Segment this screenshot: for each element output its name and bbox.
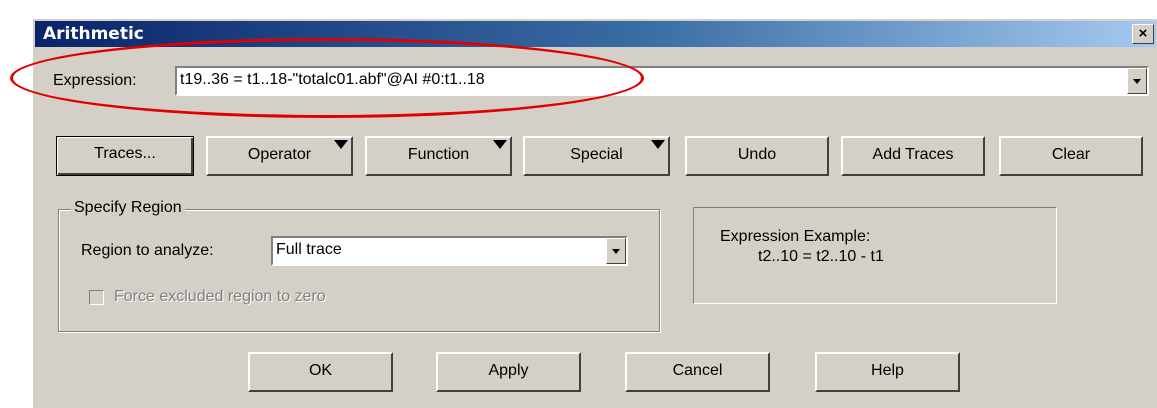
- dropdown-triangle-icon: [493, 140, 507, 149]
- title-bar[interactable]: Arithmetic ×: [35, 21, 1156, 47]
- dropdown-triangle-icon: [651, 140, 665, 149]
- clear-button[interactable]: Clear: [999, 136, 1143, 176]
- expression-combo[interactable]: t19..36 = t1..18-"totalc01.abf"@AI #0:t1…: [175, 66, 1149, 96]
- dropdown-triangle-icon: [334, 140, 348, 149]
- region-dropdown-button[interactable]: [606, 238, 626, 264]
- expression-example-text: t2..10 = t2..10 - t1: [758, 248, 884, 265]
- expression-example-title: Expression Example:: [720, 228, 871, 245]
- traces-button[interactable]: Traces...: [56, 136, 194, 176]
- clear-button-label: Clear: [1051, 146, 1091, 163]
- ok-button-label: OK: [308, 362, 333, 379]
- add-traces-button-label: Add Traces: [872, 146, 954, 163]
- traces-button-label: Traces...: [94, 145, 156, 162]
- cancel-button-label: Cancel: [672, 362, 723, 379]
- undo-button-label: Undo: [737, 146, 777, 163]
- add-traces-button[interactable]: Add Traces: [841, 136, 985, 176]
- function-button-label: Function: [407, 146, 470, 163]
- region-to-analyze-select[interactable]: Full trace: [271, 236, 628, 266]
- undo-button[interactable]: Undo: [685, 136, 829, 176]
- close-button[interactable]: ×: [1132, 24, 1154, 44]
- special-button-label: Special: [570, 146, 623, 163]
- cancel-button[interactable]: Cancel: [625, 352, 770, 392]
- force-zero-label: Force excluded region to zero: [114, 288, 326, 305]
- apply-button-label: Apply: [488, 362, 529, 379]
- help-button-label: Help: [871, 362, 904, 379]
- window-title: Arithmetic: [43, 24, 144, 44]
- function-button[interactable]: Function: [365, 136, 512, 176]
- help-button[interactable]: Help: [815, 352, 960, 392]
- special-button[interactable]: Special: [523, 136, 670, 176]
- force-zero-checkbox[interactable]: [89, 290, 104, 305]
- expression-dropdown-button[interactable]: [1127, 68, 1147, 94]
- specify-region-title: Specify Region: [71, 199, 185, 217]
- ok-button[interactable]: OK: [248, 352, 393, 392]
- expression-value: t19..36 = t1..18-"totalc01.abf"@AI #0:t1…: [180, 71, 485, 88]
- operator-button-label: Operator: [247, 146, 312, 163]
- apply-button[interactable]: Apply: [436, 352, 581, 392]
- operator-button[interactable]: Operator: [206, 136, 353, 176]
- region-to-analyze-value: Full trace: [276, 241, 342, 258]
- arithmetic-dialog: Arithmetic × Expression: t19..36 = t1..1…: [32, 18, 1157, 408]
- region-to-analyze-label: Region to analyze:: [81, 242, 214, 259]
- specify-region-group: Specify Region Region to analyze: Full t…: [58, 199, 660, 332]
- expression-example-box: Expression Example: t2..10 = t2..10 - t1: [693, 207, 1057, 304]
- expression-label: Expression:: [53, 72, 137, 89]
